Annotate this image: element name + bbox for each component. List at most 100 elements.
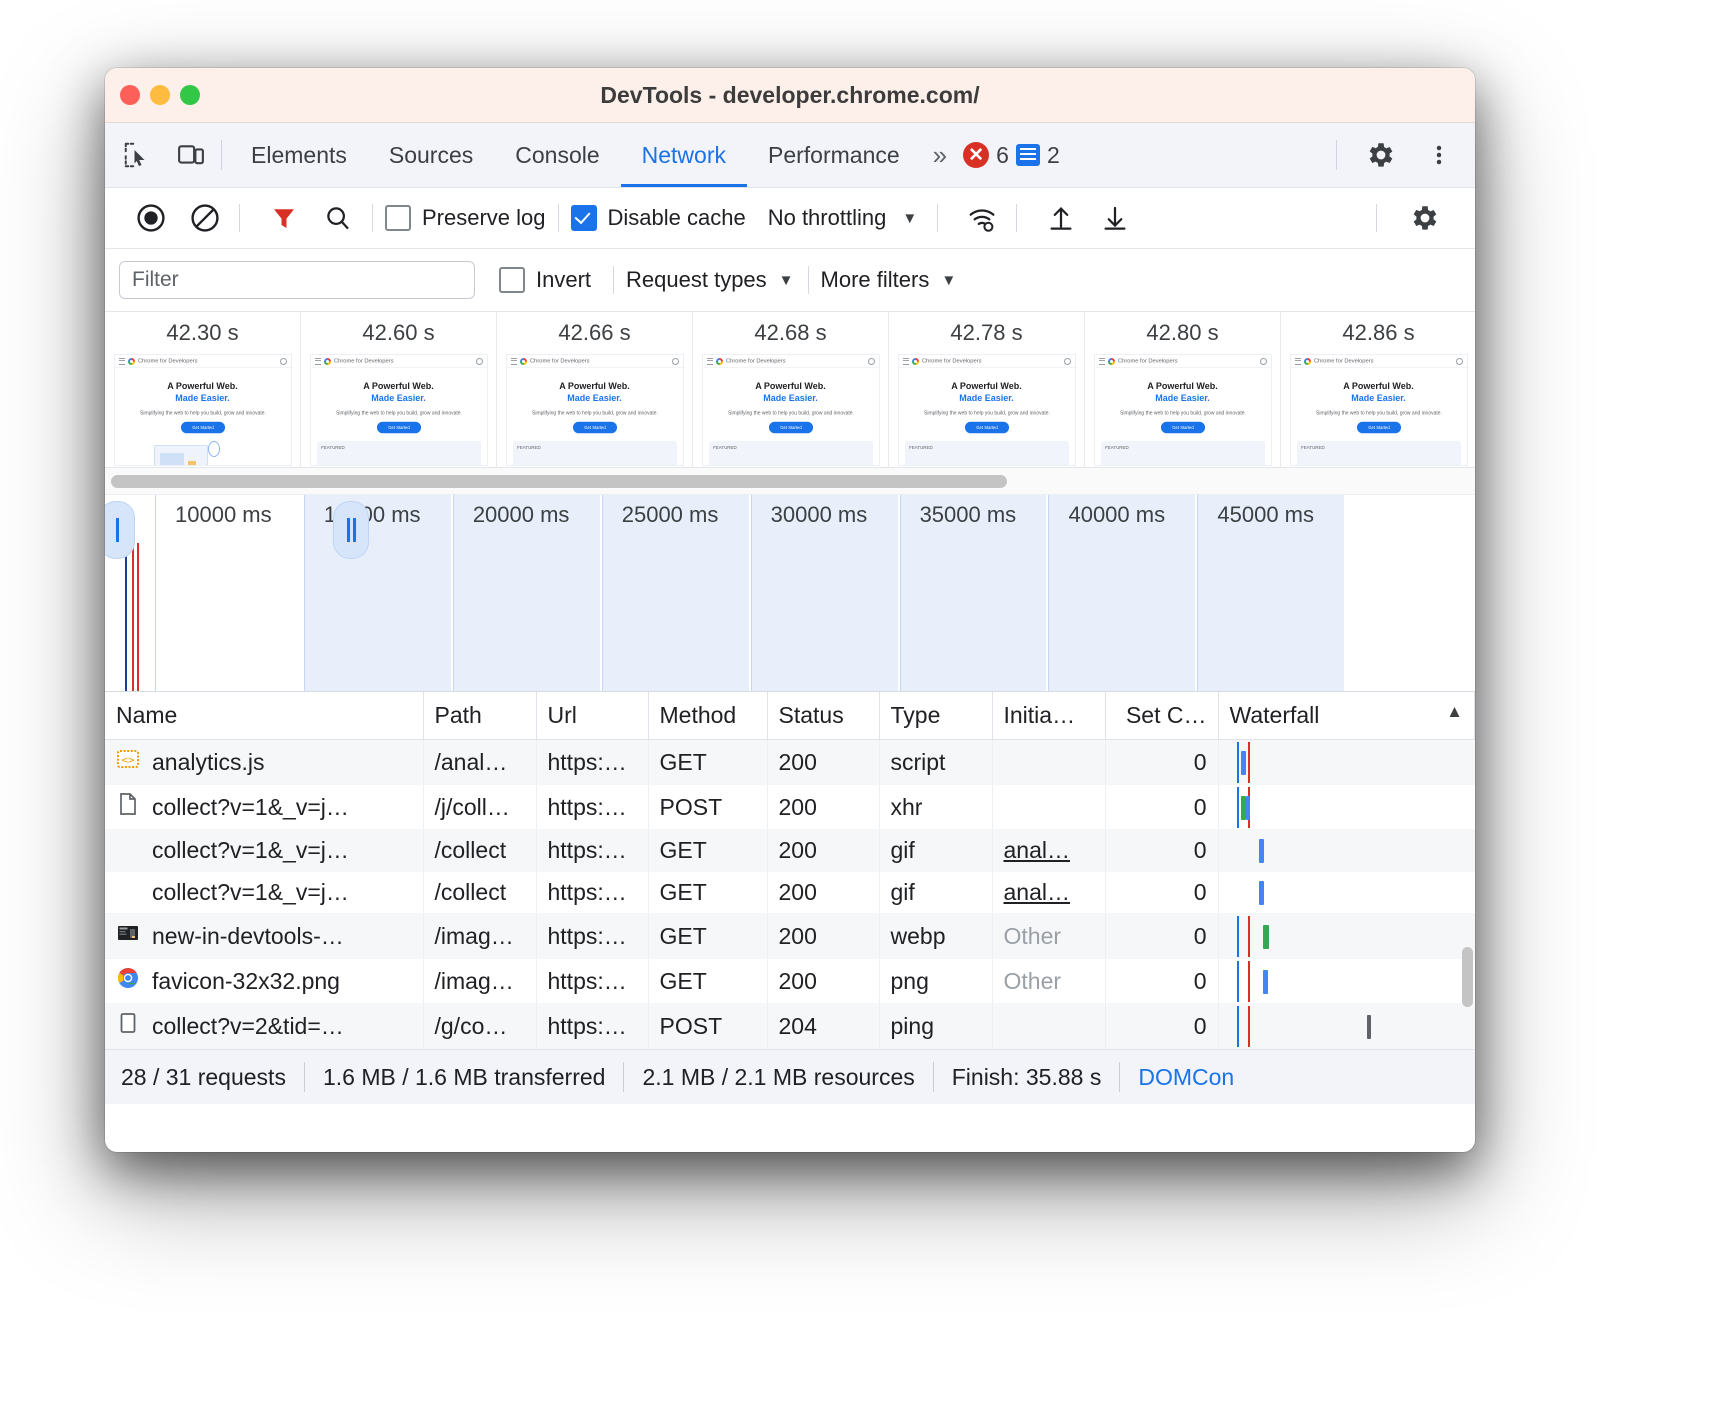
gear-icon[interactable] xyxy=(1403,198,1447,238)
filmstrip-frame[interactable]: 42.66 sChrome for DevelopersA Powerful W… xyxy=(497,312,693,467)
hero-cta-button: Get Started xyxy=(572,422,616,434)
column-header-setcookies[interactable]: Set C… xyxy=(1105,692,1218,740)
chevron-down-icon[interactable]: ▼ xyxy=(902,210,917,227)
chevron-down-icon[interactable]: ▼ xyxy=(779,272,794,289)
more-filters-dropdown[interactable]: More filters ▼ xyxy=(821,267,957,293)
filmstrip-screenshot[interactable]: Chrome for DevelopersA Powerful Web.Made… xyxy=(898,354,1076,466)
column-header-name[interactable]: Name xyxy=(105,692,423,740)
network-overview-timeline[interactable]: 5000 ms10000 ms15000 ms20000 ms25000 ms3… xyxy=(105,495,1475,692)
cell-waterfall[interactable] xyxy=(1218,914,1475,959)
table-row[interactable]: <>analytics.js/anal…https:…GET200script0 xyxy=(105,740,1475,785)
column-header-label: Path xyxy=(435,702,482,728)
column-header-url[interactable]: Url xyxy=(536,692,648,740)
table-row[interactable]: collect?v=1&_v=j…/j/coll…https:…POST200x… xyxy=(105,785,1475,830)
cell-name[interactable]: collect?v=1&_v=j… xyxy=(105,872,423,914)
filmstrip-screenshot[interactable]: Chrome for DevelopersA Powerful Web.Made… xyxy=(114,354,292,466)
chrome-logo-icon xyxy=(1304,358,1311,365)
panel-tabs: Elements Sources Console Network Perform… xyxy=(230,123,921,187)
error-x-icon[interactable]: ✕ xyxy=(963,142,989,168)
disable-cache-checkbox[interactable]: Disable cache xyxy=(571,205,746,231)
network-conditions-wifi-icon[interactable] xyxy=(960,198,1004,238)
overview-gridline xyxy=(453,495,454,691)
request-types-dropdown[interactable]: Request types ▼ xyxy=(626,267,794,293)
waterfall-event-marker xyxy=(1237,787,1239,828)
overview-ruler[interactable]: 5000 ms10000 ms15000 ms20000 ms25000 ms3… xyxy=(105,495,1475,691)
console-message-icon[interactable] xyxy=(1016,144,1040,166)
requests-count: 28 / 31 requests xyxy=(121,1064,286,1091)
table-row[interactable]: collect?v=2&tid=…/g/co…https:…POST204pin… xyxy=(105,1004,1475,1049)
filmstrip-horizontal-scrollbar[interactable] xyxy=(105,468,1475,495)
record-circle-icon[interactable] xyxy=(129,198,173,238)
request-types-label: Request types xyxy=(626,267,767,293)
more-tabs-chevron-icon[interactable]: » xyxy=(927,140,949,171)
invert-box[interactable] xyxy=(499,267,525,293)
more-options-icon[interactable] xyxy=(1417,135,1461,175)
filter-funnel-icon[interactable] xyxy=(262,198,306,238)
scrollbar-thumb[interactable] xyxy=(111,475,1007,488)
tab-performance[interactable]: Performance xyxy=(747,123,921,187)
filmstrip-frame[interactable]: 42.78 sChrome for DevelopersA Powerful W… xyxy=(889,312,1085,467)
initiator-link[interactable]: anal… xyxy=(1004,837,1070,863)
cell-initiator[interactable]: anal… xyxy=(992,830,1105,872)
cell-path: /imag… xyxy=(423,914,536,959)
filmstrip-screenshot[interactable]: Chrome for DevelopersA Powerful Web.Made… xyxy=(310,354,488,466)
tab-console[interactable]: Console xyxy=(494,123,620,187)
site-brand: Chrome for Developers xyxy=(138,358,197,364)
cell-waterfall[interactable] xyxy=(1218,830,1475,872)
filmstrip-screenshot[interactable]: Chrome for DevelopersA Powerful Web.Made… xyxy=(506,354,684,466)
overview-event-line xyxy=(125,543,127,691)
column-header-waterfall[interactable]: Waterfall▲ xyxy=(1218,692,1475,740)
gear-icon[interactable] xyxy=(1359,135,1403,175)
invert-checkbox[interactable]: Invert xyxy=(499,267,591,293)
filter-input[interactable] xyxy=(119,261,475,299)
cell-waterfall[interactable] xyxy=(1218,740,1475,785)
cell-waterfall[interactable] xyxy=(1218,785,1475,830)
filmstrip: 42.30 sChrome for DevelopersA Powerful W… xyxy=(105,312,1475,468)
disable-cache-box[interactable] xyxy=(571,205,597,231)
cell-name[interactable]: collect?v=2&tid=… xyxy=(105,1004,423,1049)
filmstrip-frame[interactable]: 42.68 sChrome for DevelopersA Powerful W… xyxy=(693,312,889,467)
export-har-download-icon[interactable] xyxy=(1093,198,1137,238)
clear-no-entry-icon[interactable] xyxy=(183,198,227,238)
cell-name[interactable]: <>analytics.js xyxy=(105,740,423,785)
tab-sources[interactable]: Sources xyxy=(368,123,494,187)
initiator-link[interactable]: anal… xyxy=(1004,879,1070,905)
preserve-log-checkbox[interactable]: Preserve log xyxy=(385,205,546,231)
column-header-initiator[interactable]: Initia… xyxy=(992,692,1105,740)
column-header-path[interactable]: Path xyxy=(423,692,536,740)
overview-selection-right-handle[interactable] xyxy=(333,501,369,559)
cell-name[interactable]: new-in-devtools-… xyxy=(105,914,423,959)
column-header-method[interactable]: Method xyxy=(648,692,767,740)
cell-name[interactable]: collect?v=1&_v=j… xyxy=(105,785,423,830)
throttling-select-value[interactable]: No throttling xyxy=(768,205,887,231)
device-toolbar-icon[interactable] xyxy=(169,135,213,175)
table-row[interactable]: collect?v=1&_v=j…/collecthttps:…GET200gi… xyxy=(105,872,1475,914)
overview-selection-left-handle[interactable] xyxy=(105,501,135,559)
cell-waterfall[interactable] xyxy=(1218,959,1475,1004)
tab-network[interactable]: Network xyxy=(621,123,747,187)
cell-initiator[interactable]: anal… xyxy=(992,872,1105,914)
table-row[interactable]: favicon-32x32.png/imag…https:…GET200pngO… xyxy=(105,959,1475,1004)
cell-waterfall[interactable] xyxy=(1218,872,1475,914)
filmstrip-frame[interactable]: 42.60 sChrome for DevelopersA Powerful W… xyxy=(301,312,497,467)
cell-name[interactable]: favicon-32x32.png xyxy=(105,959,423,1004)
search-magnifier-icon[interactable] xyxy=(316,198,360,238)
table-row[interactable]: new-in-devtools-…/imag…https:…GET200webp… xyxy=(105,914,1475,959)
chevron-down-icon[interactable]: ▼ xyxy=(941,272,956,289)
filmstrip-screenshot[interactable]: Chrome for DevelopersA Powerful Web.Made… xyxy=(702,354,880,466)
inspect-element-icon[interactable] xyxy=(115,135,159,175)
filmstrip-frame[interactable]: 42.30 sChrome for DevelopersA Powerful W… xyxy=(105,312,301,467)
table-vertical-scrollbar-thumb[interactable] xyxy=(1462,947,1473,1007)
cell-waterfall[interactable] xyxy=(1218,1004,1475,1049)
import-har-upload-icon[interactable] xyxy=(1039,198,1083,238)
filmstrip-frame[interactable]: 42.80 sChrome for DevelopersA Powerful W… xyxy=(1085,312,1281,467)
tab-elements[interactable]: Elements xyxy=(230,123,368,187)
column-header-type[interactable]: Type xyxy=(879,692,992,740)
filmstrip-screenshot[interactable]: Chrome for DevelopersA Powerful Web.Made… xyxy=(1094,354,1272,466)
cell-name[interactable]: collect?v=1&_v=j… xyxy=(105,830,423,872)
column-header-status[interactable]: Status xyxy=(767,692,879,740)
filmstrip-frame[interactable]: 42.86 sChrome for DevelopersA Powerful W… xyxy=(1281,312,1475,467)
filmstrip-screenshot[interactable]: Chrome for DevelopersA Powerful Web.Made… xyxy=(1290,354,1468,466)
preserve-log-box[interactable] xyxy=(385,205,411,231)
table-row[interactable]: collect?v=1&_v=j…/collecthttps:…GET200gi… xyxy=(105,830,1475,872)
